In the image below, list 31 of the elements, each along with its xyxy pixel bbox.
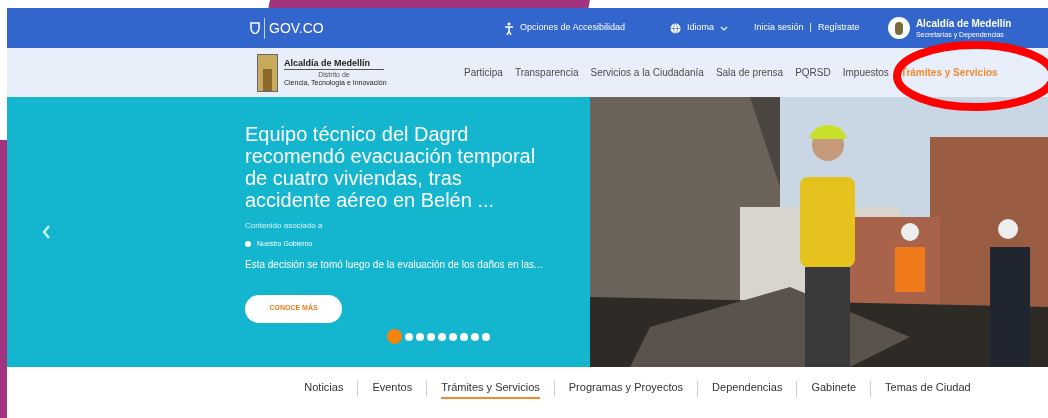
hero-summary: Esta decisión se tomó luego de la evaluación de los daños en las...: [245, 257, 544, 272]
section-tab[interactable]: Dependencias: [712, 379, 783, 399]
account-name[interactable]: Alcaldía de Medellín: [915, 18, 1012, 29]
globe-icon[interactable]: [670, 22, 681, 34]
nav-link[interactable]: Transparencia: [514, 65, 579, 80]
section-tab[interactable]: Temas de Ciudad: [885, 379, 971, 399]
accessibility-link[interactable]: Opciones de Accesibilidad: [520, 21, 670, 35]
logo-title: Alcaldía de Medellín: [284, 59, 372, 68]
section-tab[interactable]: Eventos: [372, 379, 413, 399]
chevron-down-icon[interactable]: [720, 25, 728, 31]
login-link[interactable]: Inicia sesión: [754, 21, 804, 35]
city-logo[interactable]: [257, 53, 278, 92]
section-tab[interactable]: Trámites y Servicios: [441, 379, 540, 399]
account-avatar[interactable]: [887, 17, 910, 39]
nav-link[interactable]: Participa: [464, 65, 503, 80]
nav-link[interactable]: Servicios a la Ciudadanía: [590, 65, 704, 80]
section-tab[interactable]: Gabinete: [811, 379, 857, 399]
nav-link[interactable]: PQRSD: [795, 65, 831, 80]
nav-link[interactable]: Impuestos: [842, 65, 889, 80]
associated-label: Contenido asociado a: [245, 220, 324, 232]
shield-icon: [250, 22, 260, 34]
accessibility-icon[interactable]: [504, 21, 514, 35]
tag-bullet: [245, 241, 251, 248]
separator: |: [809, 21, 812, 35]
register-link[interactable]: Regístrate: [817, 21, 876, 35]
nav-link[interactable]: Sala de prensa: [715, 65, 784, 80]
section-tab[interactable]: Programas y Proyectos: [568, 379, 684, 399]
section-tab[interactable]: Noticias: [304, 379, 344, 399]
brand-logo-text[interactable]: GOV.CO: [264, 17, 324, 39]
hero-headline: Equipo técnico del Dagrd recomendó evacuación temporal de cuatro viviendas, tras accidente aéreo en Belén ...: [245, 123, 537, 211]
language-selector[interactable]: Idioma: [687, 21, 714, 35]
